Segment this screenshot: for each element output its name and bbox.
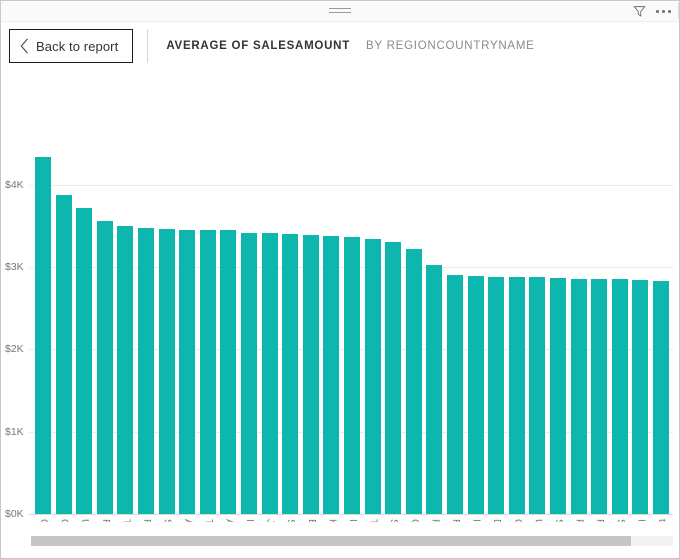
visual-header: Back to report AVERAGE OF SALESAMOUNT BY…	[1, 22, 679, 70]
bar-germany[interactable]	[56, 195, 72, 514]
more-options-icon[interactable]	[656, 5, 671, 18]
visual-focus-window: Back to report AVERAGE OF SALESAMOUNT BY…	[0, 0, 680, 559]
chart-title-category: BY REGIONCOUNTRYNAME	[366, 40, 535, 52]
window-top-bar	[1, 1, 679, 22]
top-bar-divider	[678, 3, 679, 19]
bar-armenia[interactable]	[179, 230, 195, 514]
bar-india[interactable]	[344, 237, 360, 514]
bar-united-states[interactable]	[76, 208, 92, 514]
bar-united-kingdom[interactable]	[529, 277, 545, 514]
bar-greece[interactable]	[509, 277, 525, 514]
filter-icon[interactable]	[633, 5, 646, 18]
bar-series	[1, 70, 680, 525]
bar-japan[interactable]	[262, 233, 278, 514]
chart-title-measure: AVERAGE OF SALESAMOUNT	[166, 40, 350, 52]
bar-iran[interactable]	[241, 233, 257, 514]
bar-taiwan[interactable]	[200, 230, 216, 514]
bar-the-netherlands[interactable]	[653, 281, 669, 514]
plot-area: $0K$1K$2K$3K$4K ChinaGermanyUnited State…	[1, 70, 680, 525]
bar-china[interactable]	[35, 157, 51, 514]
bar-canada[interactable]	[406, 249, 422, 514]
bar-denmark[interactable]	[488, 277, 504, 514]
bar-pakistan[interactable]	[138, 228, 154, 514]
back-to-report-label: Back to report	[36, 39, 118, 54]
bar-ireland[interactable]	[632, 280, 648, 514]
scroll-region	[1, 522, 679, 558]
bar-poland[interactable]	[571, 279, 587, 514]
header-divider	[147, 29, 148, 63]
chevron-left-icon	[20, 38, 29, 54]
bar-italy[interactable]	[468, 276, 484, 514]
bar-france[interactable]	[97, 221, 113, 514]
horizontal-scrollbar-thumb[interactable]	[31, 536, 631, 546]
bar-portugal[interactable]	[591, 279, 607, 514]
bar-turkmenistan[interactable]	[365, 239, 381, 514]
drag-handle-icon[interactable]	[329, 8, 351, 14]
bar-south-korea[interactable]	[159, 229, 175, 514]
chart-canvas[interactable]: $0K$1K$2K$3K$4K ChinaGermanyUnited State…	[1, 70, 680, 525]
bar-spain[interactable]	[550, 278, 566, 514]
bar-singapore[interactable]	[385, 242, 401, 514]
bar-kyrgyzstan[interactable]	[323, 236, 339, 514]
bar-australia[interactable]	[220, 230, 236, 514]
back-to-report-button[interactable]: Back to report	[9, 29, 133, 63]
bar-bhutan[interactable]	[303, 235, 319, 514]
top-bar-actions	[633, 1, 671, 21]
bar-romania[interactable]	[447, 275, 463, 514]
bar-thailand[interactable]	[117, 226, 133, 514]
bar-syria[interactable]	[282, 234, 298, 514]
bar-russia[interactable]	[426, 265, 442, 514]
bar-slovenia[interactable]	[612, 279, 628, 514]
